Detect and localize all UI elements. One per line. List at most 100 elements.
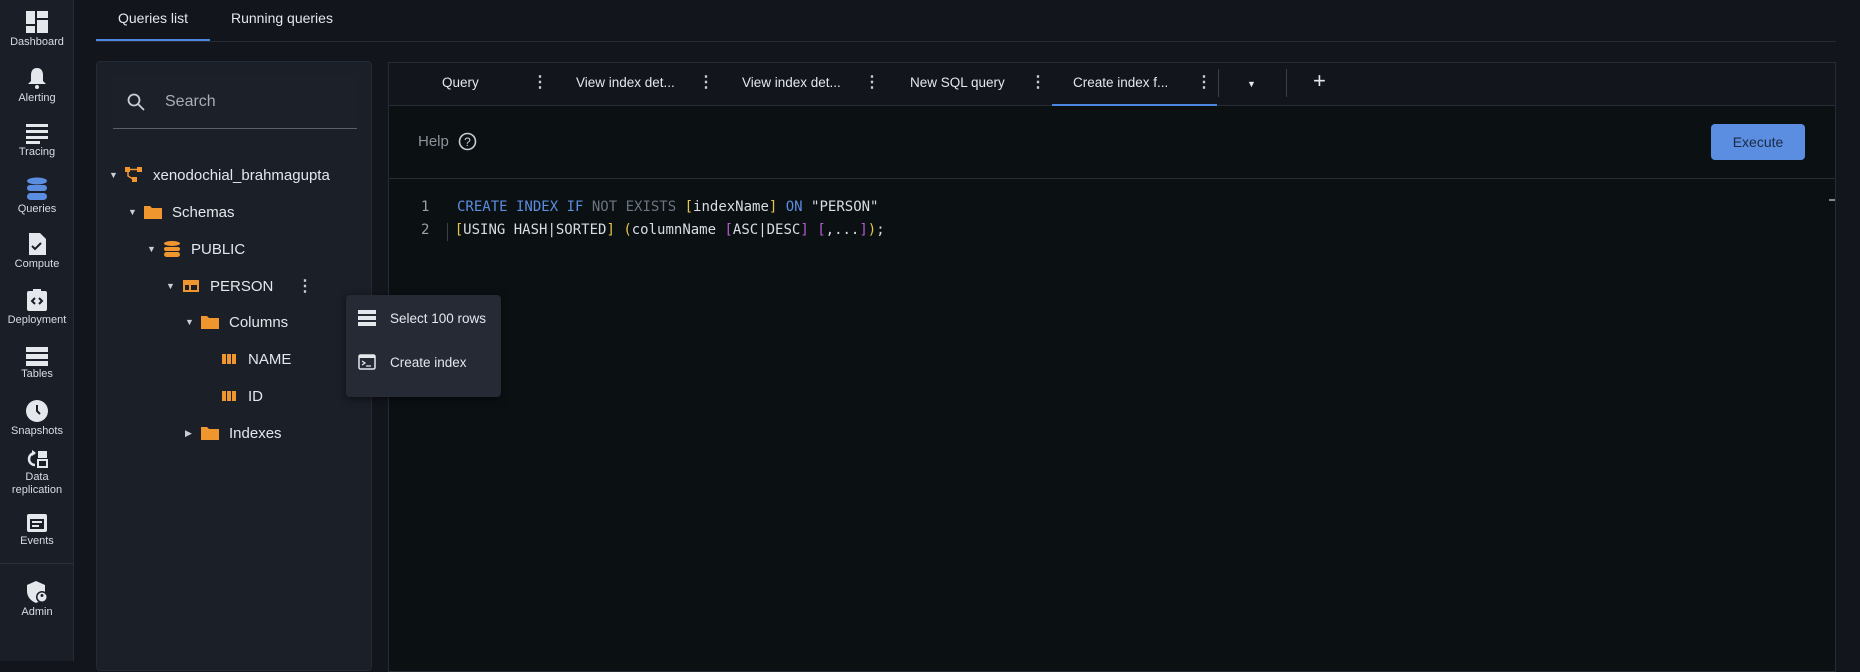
- more-options-icon[interactable]: ⋮: [297, 276, 313, 296]
- tree-item-cluster[interactable]: ▼ xenodochial_brahmagupta: [109, 163, 330, 187]
- table-rows-icon: [26, 347, 48, 366]
- nav-snapshots[interactable]: Snapshots: [0, 399, 74, 437]
- help-link[interactable]: Help ?: [418, 132, 477, 151]
- help-label: Help: [418, 133, 449, 150]
- execute-button[interactable]: Execute: [1711, 124, 1805, 160]
- scrollbar[interactable]: [1829, 199, 1835, 201]
- svg-text:?: ?: [464, 135, 471, 149]
- nav-deployment[interactable]: Deployment: [0, 288, 74, 326]
- caret-down-icon[interactable]: ▼: [147, 244, 163, 254]
- nav-label: Data: [25, 471, 49, 483]
- tab-divider: [1218, 69, 1219, 97]
- tab-divider: [1286, 69, 1287, 97]
- bracket: (: [614, 222, 632, 238]
- folder-icon: [144, 206, 162, 219]
- caret-down-icon[interactable]: ▼: [166, 281, 182, 291]
- dashboard-icon: [26, 11, 48, 33]
- search-placeholder: Search: [165, 93, 216, 110]
- identifier: indexName: [693, 199, 769, 215]
- tree-item-columns[interactable]: ▼ Columns: [185, 310, 288, 334]
- admin-shield-icon: [27, 581, 48, 603]
- code-line-1: CREATE INDEX IF NOT EXISTS [indexName] O…: [457, 199, 878, 215]
- editor-toolbar: Help ? Execute: [389, 106, 1835, 179]
- menu-item-label: Select 100 rows: [390, 310, 487, 326]
- code-text: USING HASH|SORTED: [463, 222, 607, 238]
- nav-label: Alerting: [18, 92, 56, 104]
- caret-down-icon[interactable]: ▼: [128, 207, 144, 217]
- tab-menu-icon[interactable]: ⋮: [698, 72, 714, 92]
- bracket: [: [724, 222, 733, 238]
- tree-item-id[interactable]: ID: [220, 384, 263, 408]
- nav-label: Admin: [21, 606, 53, 618]
- bracket: [: [808, 222, 826, 238]
- menu-item-select-100-rows[interactable]: Select 100 rows: [358, 309, 486, 327]
- bracket: ): [867, 222, 877, 238]
- bracket: ]: [800, 222, 809, 238]
- bell-icon: [28, 68, 46, 89]
- nav-admin[interactable]: Admin: [0, 580, 74, 618]
- nav-tracing[interactable]: Tracing: [0, 122, 74, 158]
- tab-queries-list[interactable]: Queries list: [118, 10, 188, 26]
- add-tab-icon[interactable]: +: [1313, 68, 1326, 94]
- tree-item-schemas[interactable]: ▼ Schemas: [128, 200, 235, 224]
- schema-database-icon: [164, 241, 180, 257]
- nav-queries[interactable]: Queries: [0, 177, 74, 215]
- string: "PERSON": [811, 199, 879, 215]
- code-text: ASC|DESC: [732, 222, 801, 238]
- tab-menu-icon[interactable]: ⋮: [532, 72, 548, 92]
- search-input[interactable]: Search: [113, 76, 357, 129]
- tree-item-person[interactable]: ▼ PERSON: [166, 274, 273, 298]
- nav-alerting[interactable]: Alerting: [0, 66, 74, 104]
- bracket: [: [421, 222, 464, 238]
- caret-right-icon[interactable]: ▶: [185, 428, 201, 439]
- editor-tab-view-index-2[interactable]: View index det...: [742, 75, 841, 90]
- tree-item-indexes[interactable]: ▶ Indexes: [185, 421, 282, 445]
- nav-label: Deployment: [7, 314, 67, 326]
- tab-menu-icon[interactable]: ⋮: [864, 72, 880, 92]
- nav-data-replication[interactable]: Data replication: [0, 449, 74, 497]
- tab-menu-icon[interactable]: ⋮: [1196, 72, 1212, 92]
- tree-item-label: ID: [248, 387, 263, 405]
- tree-item-label: Indexes: [229, 424, 282, 442]
- tabs-dropdown-icon[interactable]: ▼: [1247, 79, 1256, 89]
- tree-item-public[interactable]: ▼ PUBLIC: [147, 237, 245, 261]
- bracket: [: [684, 199, 694, 215]
- editor-tab-new-sql[interactable]: New SQL query: [910, 75, 1005, 90]
- tree-item-name[interactable]: NAME: [220, 347, 291, 371]
- nav-label: Tracing: [18, 146, 56, 158]
- editor-tab-view-index-1[interactable]: View index det...: [576, 75, 675, 90]
- active-tab-indicator: [96, 39, 210, 41]
- sidebar-divider: [0, 563, 74, 564]
- sql-keyword: CREATE INDEX IF: [457, 199, 584, 215]
- bracket: ]: [606, 222, 615, 238]
- database-icon: [27, 177, 47, 200]
- help-circle-icon: ?: [458, 132, 477, 151]
- nav-dashboard[interactable]: Dashboard: [0, 10, 74, 48]
- nav-label: Compute: [14, 258, 60, 270]
- nav-events[interactable]: Events: [0, 511, 74, 547]
- tab-menu-icon[interactable]: ⋮: [1030, 72, 1046, 92]
- editor-tabs: Query ⋮ View index det... ⋮ View index d…: [389, 63, 1835, 106]
- nav-label: Tables: [21, 368, 53, 380]
- tree-item-label: xenodochial_brahmagupta: [153, 166, 330, 184]
- nav-label: Queries: [17, 203, 57, 215]
- code-text: columnName: [631, 222, 725, 238]
- menu-item-create-index[interactable]: Create index: [358, 354, 467, 370]
- editor-tab-create-index[interactable]: Create index f...: [1073, 75, 1168, 90]
- tree-item-label: PERSON: [210, 277, 274, 295]
- folder-icon: [201, 427, 219, 440]
- caret-down-icon[interactable]: ▼: [109, 170, 125, 180]
- sql-keyword: ON: [777, 199, 812, 215]
- nav-compute[interactable]: Compute: [0, 232, 74, 270]
- tree-item-label: PUBLIC: [191, 240, 246, 258]
- bracket: ]: [859, 222, 868, 238]
- right-edge: [1836, 0, 1860, 661]
- folder-icon: [201, 316, 219, 329]
- table-icon: [183, 280, 199, 292]
- nav-tables[interactable]: Tables: [0, 346, 74, 380]
- tab-running-queries[interactable]: Running queries: [231, 10, 333, 26]
- context-menu: Select 100 rows Create index: [346, 295, 501, 397]
- menu-item-label: Create index: [390, 354, 467, 370]
- caret-down-icon[interactable]: ▼: [185, 317, 201, 327]
- editor-tab-query[interactable]: Query: [442, 75, 479, 90]
